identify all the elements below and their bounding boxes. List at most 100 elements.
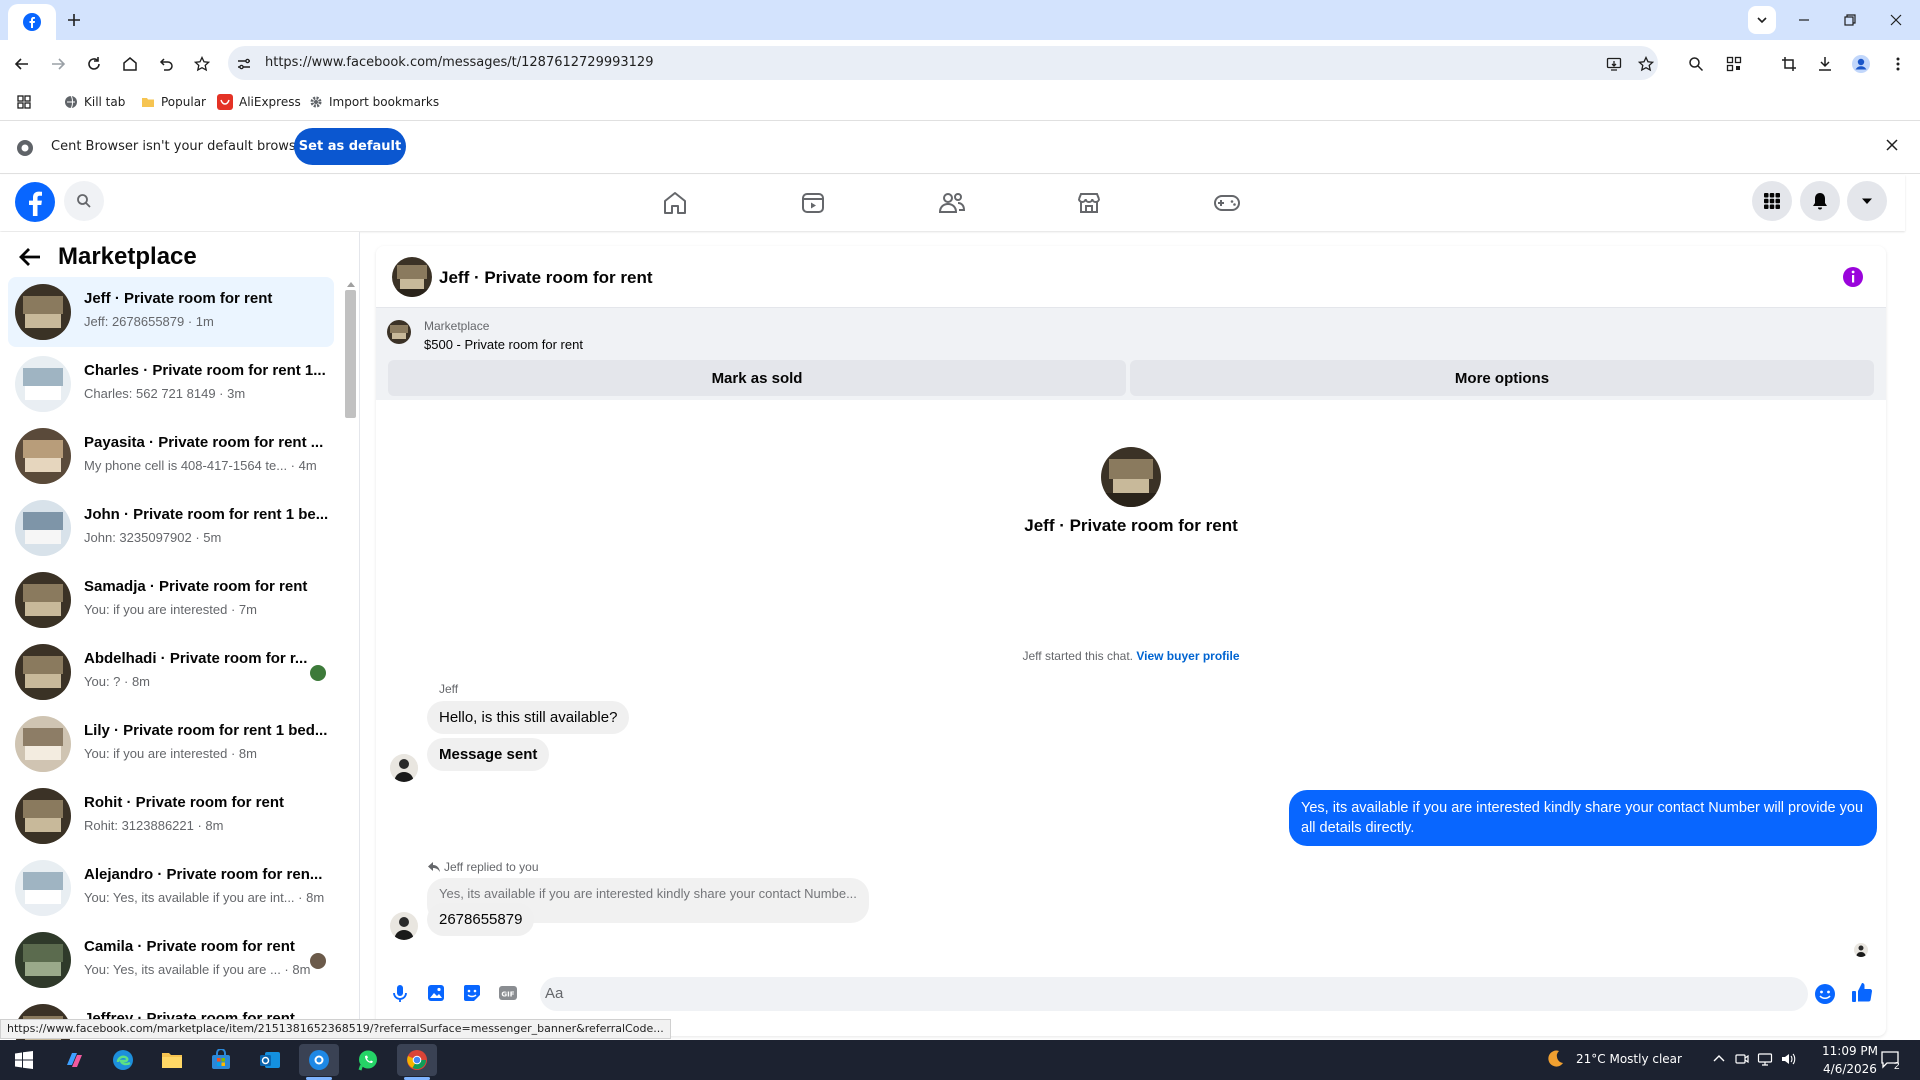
apps-button[interactable] — [16, 92, 32, 112]
send-like-button[interactable] — [1850, 981, 1874, 1005]
taskbar-whatsapp[interactable] — [348, 1044, 388, 1076]
conversation-item[interactable]: Payasita · Private room for rent ... My p… — [8, 421, 334, 491]
more-options-button[interactable]: More options — [1130, 360, 1874, 396]
clock-time[interactable]: 11:09 PM — [1812, 1044, 1888, 1058]
tray-volume[interactable] — [1780, 1051, 1796, 1067]
conversation-item[interactable]: Rohit · Private room for rent Rohit: 3123… — [8, 781, 334, 851]
back-button[interactable] — [8, 50, 36, 78]
conversation-item[interactable]: Charles · Private room for rent 1... Char… — [8, 349, 334, 419]
home-button[interactable] — [116, 50, 144, 78]
browser-menu-button[interactable] — [1884, 50, 1912, 78]
reload-button[interactable] — [80, 50, 108, 78]
message-input[interactable] — [540, 977, 1808, 1011]
chat-title[interactable]: Jeff · Private room for rent — [439, 268, 653, 288]
tray-meet-now[interactable] — [1734, 1051, 1750, 1067]
message-bubble-outgoing[interactable]: Yes, its available if you are interested… — [1289, 790, 1877, 846]
clock-date[interactable]: 4/6/2026 — [1812, 1062, 1888, 1076]
tray-overflow-button[interactable] — [1712, 1052, 1726, 1066]
conversation-preview: You: Yes, its available if you are ... ·… — [84, 962, 311, 977]
restore-button[interactable] — [1836, 6, 1864, 34]
sender-avatar[interactable] — [390, 754, 418, 782]
downloads-button[interactable] — [1811, 50, 1839, 78]
browser-tab-facebook[interactable] — [8, 4, 56, 40]
conversation-item[interactable]: Lily · Private room for rent 1 bed... You… — [8, 709, 334, 779]
profile-avatar[interactable] — [1101, 447, 1161, 507]
taskbar-outlook[interactable] — [250, 1044, 290, 1076]
message-bubble-incoming[interactable]: Hello, is this still available? — [427, 701, 630, 734]
taskbar-store[interactable] — [201, 1044, 241, 1076]
plus-icon — [68, 14, 80, 26]
search-button[interactable] — [1682, 50, 1710, 78]
emoji-icon — [1815, 984, 1835, 1004]
profile-button[interactable] — [1847, 50, 1875, 78]
gif-button[interactable]: GIF — [498, 983, 518, 1003]
chat-info-button[interactable] — [1842, 266, 1864, 288]
bookmark-import[interactable]: Import bookmarks — [309, 92, 439, 112]
back-arrow-button[interactable] — [18, 246, 42, 268]
new-tab-button[interactable] — [62, 8, 86, 32]
weather-text[interactable]: 21°C Mostly clear — [1576, 1052, 1682, 1066]
bookmark-page-button[interactable] — [1632, 50, 1660, 78]
qr-code-button[interactable] — [1720, 50, 1748, 78]
bookmark-star-button[interactable] — [188, 50, 216, 78]
voice-clip-button[interactable] — [390, 983, 410, 1003]
nav-gaming[interactable] — [1207, 186, 1247, 220]
close-window-button[interactable] — [1882, 6, 1910, 34]
sender-avatar[interactable] — [390, 912, 418, 940]
taskbar-edge[interactable] — [103, 1044, 143, 1076]
conversation-item[interactable]: Jeff · Private room for rent Jeff: 267865… — [8, 277, 334, 347]
scroll-up-arrow[interactable] — [347, 281, 355, 287]
forward-button[interactable] — [44, 50, 72, 78]
message-bubble-incoming[interactable]: 2678655879 — [427, 903, 535, 936]
bookmark-aliexpress[interactable]: AliExpress — [217, 92, 301, 112]
taskbar-cent-browser-2[interactable] — [397, 1044, 437, 1076]
taskbar-file-explorer[interactable] — [152, 1044, 192, 1076]
listing-title[interactable]: $500 - Private room for rent — [424, 337, 583, 352]
windows-logo-icon — [15, 1051, 33, 1069]
arrow-right-icon — [52, 58, 66, 70]
sidebar-scrollbar[interactable] — [345, 290, 356, 418]
site-info-button[interactable] — [230, 50, 258, 78]
menu-button[interactable] — [1752, 181, 1792, 221]
person-avatar-icon — [390, 912, 418, 940]
start-button[interactable] — [4, 1044, 44, 1076]
account-button[interactable] — [1847, 181, 1887, 221]
mark-as-sold-button[interactable]: Mark as sold — [388, 360, 1126, 396]
taskbar-copilot[interactable] — [54, 1044, 94, 1076]
set-default-button[interactable]: Set as default — [294, 128, 406, 165]
message-bubble-incoming[interactable]: Message sent — [427, 738, 550, 771]
facebook-logo[interactable] — [15, 182, 55, 222]
attach-photo-button[interactable] — [426, 983, 446, 1003]
screenshot-button[interactable] — [1775, 50, 1803, 78]
tray-network[interactable] — [1757, 1051, 1773, 1067]
sticker-button[interactable] — [462, 983, 482, 1003]
conversation-item[interactable]: Alejandro · Private room for ren... You: … — [8, 853, 334, 923]
notifications-button[interactable] — [1800, 181, 1840, 221]
chat-avatar[interactable] — [392, 257, 432, 297]
arrow-left-icon — [14, 58, 28, 70]
view-buyer-profile-link[interactable]: View buyer profile — [1136, 649, 1239, 663]
taskbar-cent-browser-1[interactable] — [299, 1044, 339, 1076]
conversation-thumbnail — [15, 500, 71, 556]
emoji-button[interactable] — [1814, 983, 1836, 1005]
minimize-button[interactable] — [1790, 6, 1818, 34]
person-avatar-icon — [390, 754, 418, 782]
bookmark-kill-tab[interactable]: Kill tab — [64, 92, 125, 112]
infobar-close-button[interactable] — [1885, 138, 1899, 152]
conversation-item[interactable]: John · Private room for rent 1 be... John… — [8, 493, 334, 563]
infobar-message: Cent Browser isn't your default browser — [51, 139, 310, 154]
bookmark-popular[interactable]: Popular — [141, 92, 206, 112]
conversation-item[interactable]: Abdelhadi · Private room for r... You: ? … — [8, 637, 334, 707]
conversation-thumbnail — [15, 716, 71, 772]
nav-home[interactable] — [655, 186, 695, 220]
listing-thumbnail[interactable] — [387, 320, 411, 344]
tab-search-button[interactable] — [1748, 6, 1776, 34]
install-app-button[interactable] — [1600, 50, 1628, 78]
facebook-search-button[interactable] — [64, 181, 104, 221]
conversation-item[interactable]: Samadja · Private room for rent You: if y… — [8, 565, 334, 635]
undo-close-button[interactable] — [152, 50, 180, 78]
nav-friends[interactable] — [932, 186, 972, 220]
conversation-item[interactable]: Camila · Private room for rent You: Yes, … — [8, 925, 334, 995]
nav-marketplace[interactable] — [1069, 186, 1109, 220]
nav-video[interactable] — [793, 186, 833, 220]
